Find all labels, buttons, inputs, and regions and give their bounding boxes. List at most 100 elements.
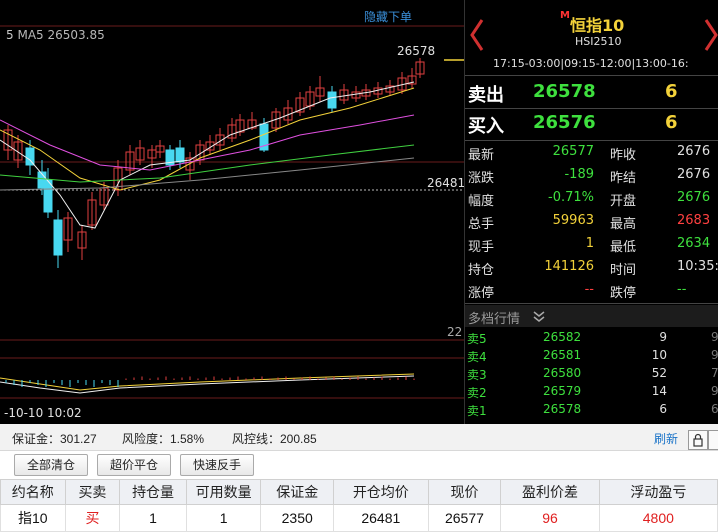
depth-header[interactable]: 多档行情: [465, 305, 718, 327]
table-cell: 1: [119, 504, 187, 532]
depth-price: 26581: [543, 348, 582, 362]
column-header[interactable]: 浮动盈亏: [598, 479, 718, 505]
high-price-label: 26578: [397, 44, 436, 58]
quote-row: 总手 59963 最高 2683: [465, 211, 718, 234]
candle-body: [25, 147, 35, 166]
depth-qty: 14: [651, 384, 667, 398]
double-chevron-down-icon: [533, 311, 545, 322]
close-all-button[interactable]: 全部清仓: [14, 454, 88, 476]
depth-row[interactable]: 卖2 26579 14 9: [465, 383, 718, 401]
column-header[interactable]: 保证金: [260, 479, 335, 505]
depth-qty: 6: [659, 402, 667, 416]
ma5-legend-prefix: 5: [6, 28, 14, 42]
quote-label: 时间: [610, 263, 637, 278]
close-over-button[interactable]: 超价平仓: [97, 454, 171, 476]
prev-contract-icon[interactable]: [469, 18, 485, 52]
quote-label: 涨跌: [468, 171, 495, 186]
ma60-line: [0, 157, 415, 191]
ask-row[interactable]: 卖出 26578 6: [465, 77, 718, 107]
quote-value: -0.71%: [548, 190, 594, 205]
table-cell: 买: [64, 504, 121, 532]
quote-value: 10:35:3: [677, 259, 718, 274]
quote-value: 26577: [552, 144, 594, 159]
depth-price: 26582: [543, 330, 582, 344]
quote-label: 跌停: [610, 286, 637, 301]
quote-row: 涨跌 -189 昨结 2676: [465, 165, 718, 188]
divider: [465, 303, 718, 304]
ma5-legend-text: MA5 26503.85: [17, 28, 105, 42]
bid-label: 买入: [468, 116, 504, 137]
depth-qty: 52: [651, 366, 667, 380]
margin-stat: 保证金：301.27: [12, 432, 97, 446]
refresh-link[interactable]: 刷新: [654, 430, 678, 447]
depth-price: 26580: [543, 366, 582, 380]
depth-row[interactable]: 卖3 26580 52 7: [465, 365, 718, 383]
table-cell: 96: [500, 504, 600, 532]
quick-actions: 全部清仓 超价平仓 快速反手: [0, 451, 718, 479]
candle-body: [327, 91, 337, 109]
table-header-row: 约名称 买卖 持仓量 可用数量 保证金 开仓均价 现价 盈利价差 浮动盈亏: [0, 479, 718, 505]
quote-label: 昨结: [610, 171, 637, 186]
quote-label: 幅度: [468, 194, 495, 209]
quote-value: 59963: [552, 213, 594, 228]
table-row[interactable]: 指10 买 1 1 2350 26481 26577 96 4800: [0, 504, 718, 532]
quote-value: 141126: [544, 259, 594, 274]
depth-row[interactable]: 卖1 26578 6 6: [465, 401, 718, 419]
column-header[interactable]: 约名称: [0, 479, 66, 505]
quote-label: 昨收: [610, 148, 637, 163]
bid-price: 26576: [533, 112, 596, 133]
quote-label: 持仓: [468, 263, 495, 278]
quote-value: 2676: [677, 144, 711, 159]
hide-order-link[interactable]: 隐藏下单: [364, 8, 412, 25]
quote-row: 持仓 141126 时间 10:35:3: [465, 257, 718, 280]
next-contract-icon[interactable]: [703, 18, 718, 52]
quote-row: 最新 26577 昨收 2676: [465, 142, 718, 165]
ask-price: 26578: [533, 81, 596, 102]
account-status-bar: 保证金：301.27 风险度：1.58% 风控线：200.85 刷新: [0, 424, 718, 451]
depth-level: 卖1: [467, 404, 487, 418]
time-axis-label: -10-10 10:02: [4, 406, 82, 420]
positions-table: 约名称 买卖 持仓量 可用数量 保证金 开仓均价 现价 盈利价差 浮动盈亏 指10 买 1 1 2350…: [0, 479, 718, 532]
sub-axis-label: 22: [447, 325, 463, 339]
quote-label: 开盘: [610, 194, 637, 209]
settings-icon[interactable]: [708, 430, 718, 450]
quote-row: 现手 1 最低 2634: [465, 234, 718, 257]
contract-title: 恒指10: [570, 16, 625, 35]
lock-icon[interactable]: [688, 430, 708, 450]
depth-row[interactable]: 卖4 26581 10 9: [465, 347, 718, 365]
quote-row: 幅度 -0.71% 开盘 2676: [465, 188, 718, 211]
column-header[interactable]: 买卖: [64, 479, 121, 505]
quote-label: 最低: [610, 240, 637, 255]
depth-row[interactable]: 卖5 26582 9 9: [465, 329, 718, 347]
quote-value: 2676: [677, 190, 711, 205]
column-header[interactable]: 盈利价差: [500, 479, 600, 505]
table-cell: 2350: [260, 504, 335, 532]
table-cell: 指10: [0, 504, 66, 532]
ask-label: 卖出: [468, 85, 504, 106]
depth-extra: 7: [711, 366, 718, 380]
column-header[interactable]: 可用数量: [185, 479, 262, 505]
ma30-line: [0, 144, 415, 183]
reverse-button[interactable]: 快速反手: [180, 454, 254, 476]
quote-value: 2676: [677, 167, 711, 182]
quote-value: -189: [564, 167, 594, 182]
kline-chart[interactable]: 隐藏下单 5 MA5 26503.85 26578 26481 22 -10-1…: [0, 0, 466, 424]
ma5-legend: 5 MA5 26503.85: [6, 28, 105, 42]
column-header[interactable]: 开仓均价: [333, 479, 429, 505]
depth-level: 卖5: [467, 332, 487, 346]
quote-value: 2634: [677, 236, 711, 251]
quote-label: 最高: [610, 217, 637, 232]
bid-row[interactable]: 买入 26576 6: [465, 108, 718, 138]
column-header[interactable]: 现价: [427, 479, 502, 505]
risk-stat: 风险度：1.58%: [122, 432, 205, 446]
divider: [465, 75, 718, 76]
depth-extra: 9: [711, 348, 718, 362]
quote-row: 涨停 -- 跌停 --: [465, 280, 718, 303]
level-price-label: 26481: [427, 176, 466, 190]
depth-extra: 6: [711, 402, 718, 416]
candle-body: [53, 219, 63, 256]
column-header[interactable]: 持仓量: [119, 479, 187, 505]
depth-level: 卖4: [467, 350, 487, 364]
depth-extra: 9: [711, 384, 718, 398]
table-cell: 4800: [598, 504, 718, 532]
